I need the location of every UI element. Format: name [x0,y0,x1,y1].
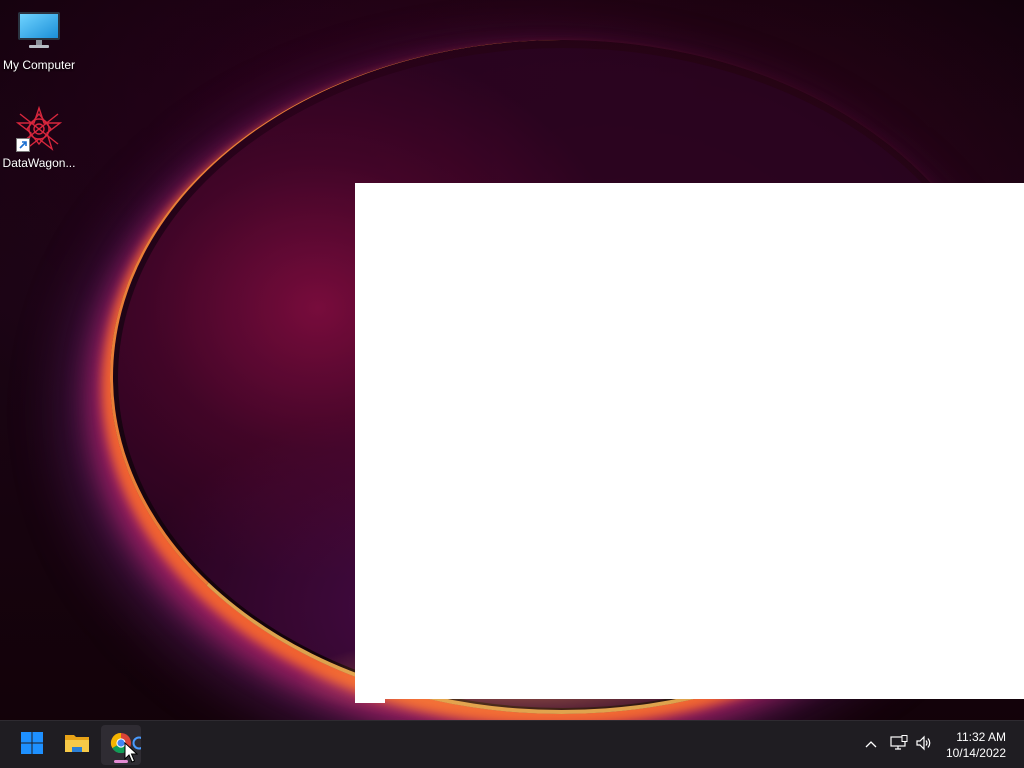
window-edge [355,699,385,703]
start-button[interactable] [12,725,52,765]
volume-icon [915,735,933,756]
desktop-icon-label: My Computer [2,58,76,72]
volume-button[interactable] [912,721,936,768]
windows-logo-icon [20,731,44,760]
blank-window[interactable] [355,183,1024,703]
desktop-icon-datawagon[interactable]: DataWagon... [0,105,78,170]
desktop-icon-label: DataWagon... [2,156,76,170]
clock-date: 10/14/2022 [945,746,1006,760]
network-icon [890,734,908,756]
shortcut-arrow-icon [16,138,30,152]
desktop[interactable]: My Computer DataWagon... 11:32 AM 10/14/… [0,0,1024,768]
taskbar: 11:32 AM 10/14/2022 [0,720,1024,768]
file-explorer-button[interactable] [57,725,97,765]
show-hidden-icons-button[interactable] [860,721,882,768]
chevron-up-icon [864,736,878,754]
folder-icon [64,731,90,760]
desktop-icon-my-computer[interactable]: My Computer [0,8,78,72]
mouse-cursor-icon [124,741,139,764]
network-button[interactable] [887,721,911,768]
datawagon-app-icon [15,105,63,152]
monitor-icon [16,8,62,54]
clock-time: 11:32 AM [956,730,1006,744]
clock[interactable]: 11:32 AM 10/14/2022 [946,729,1006,761]
